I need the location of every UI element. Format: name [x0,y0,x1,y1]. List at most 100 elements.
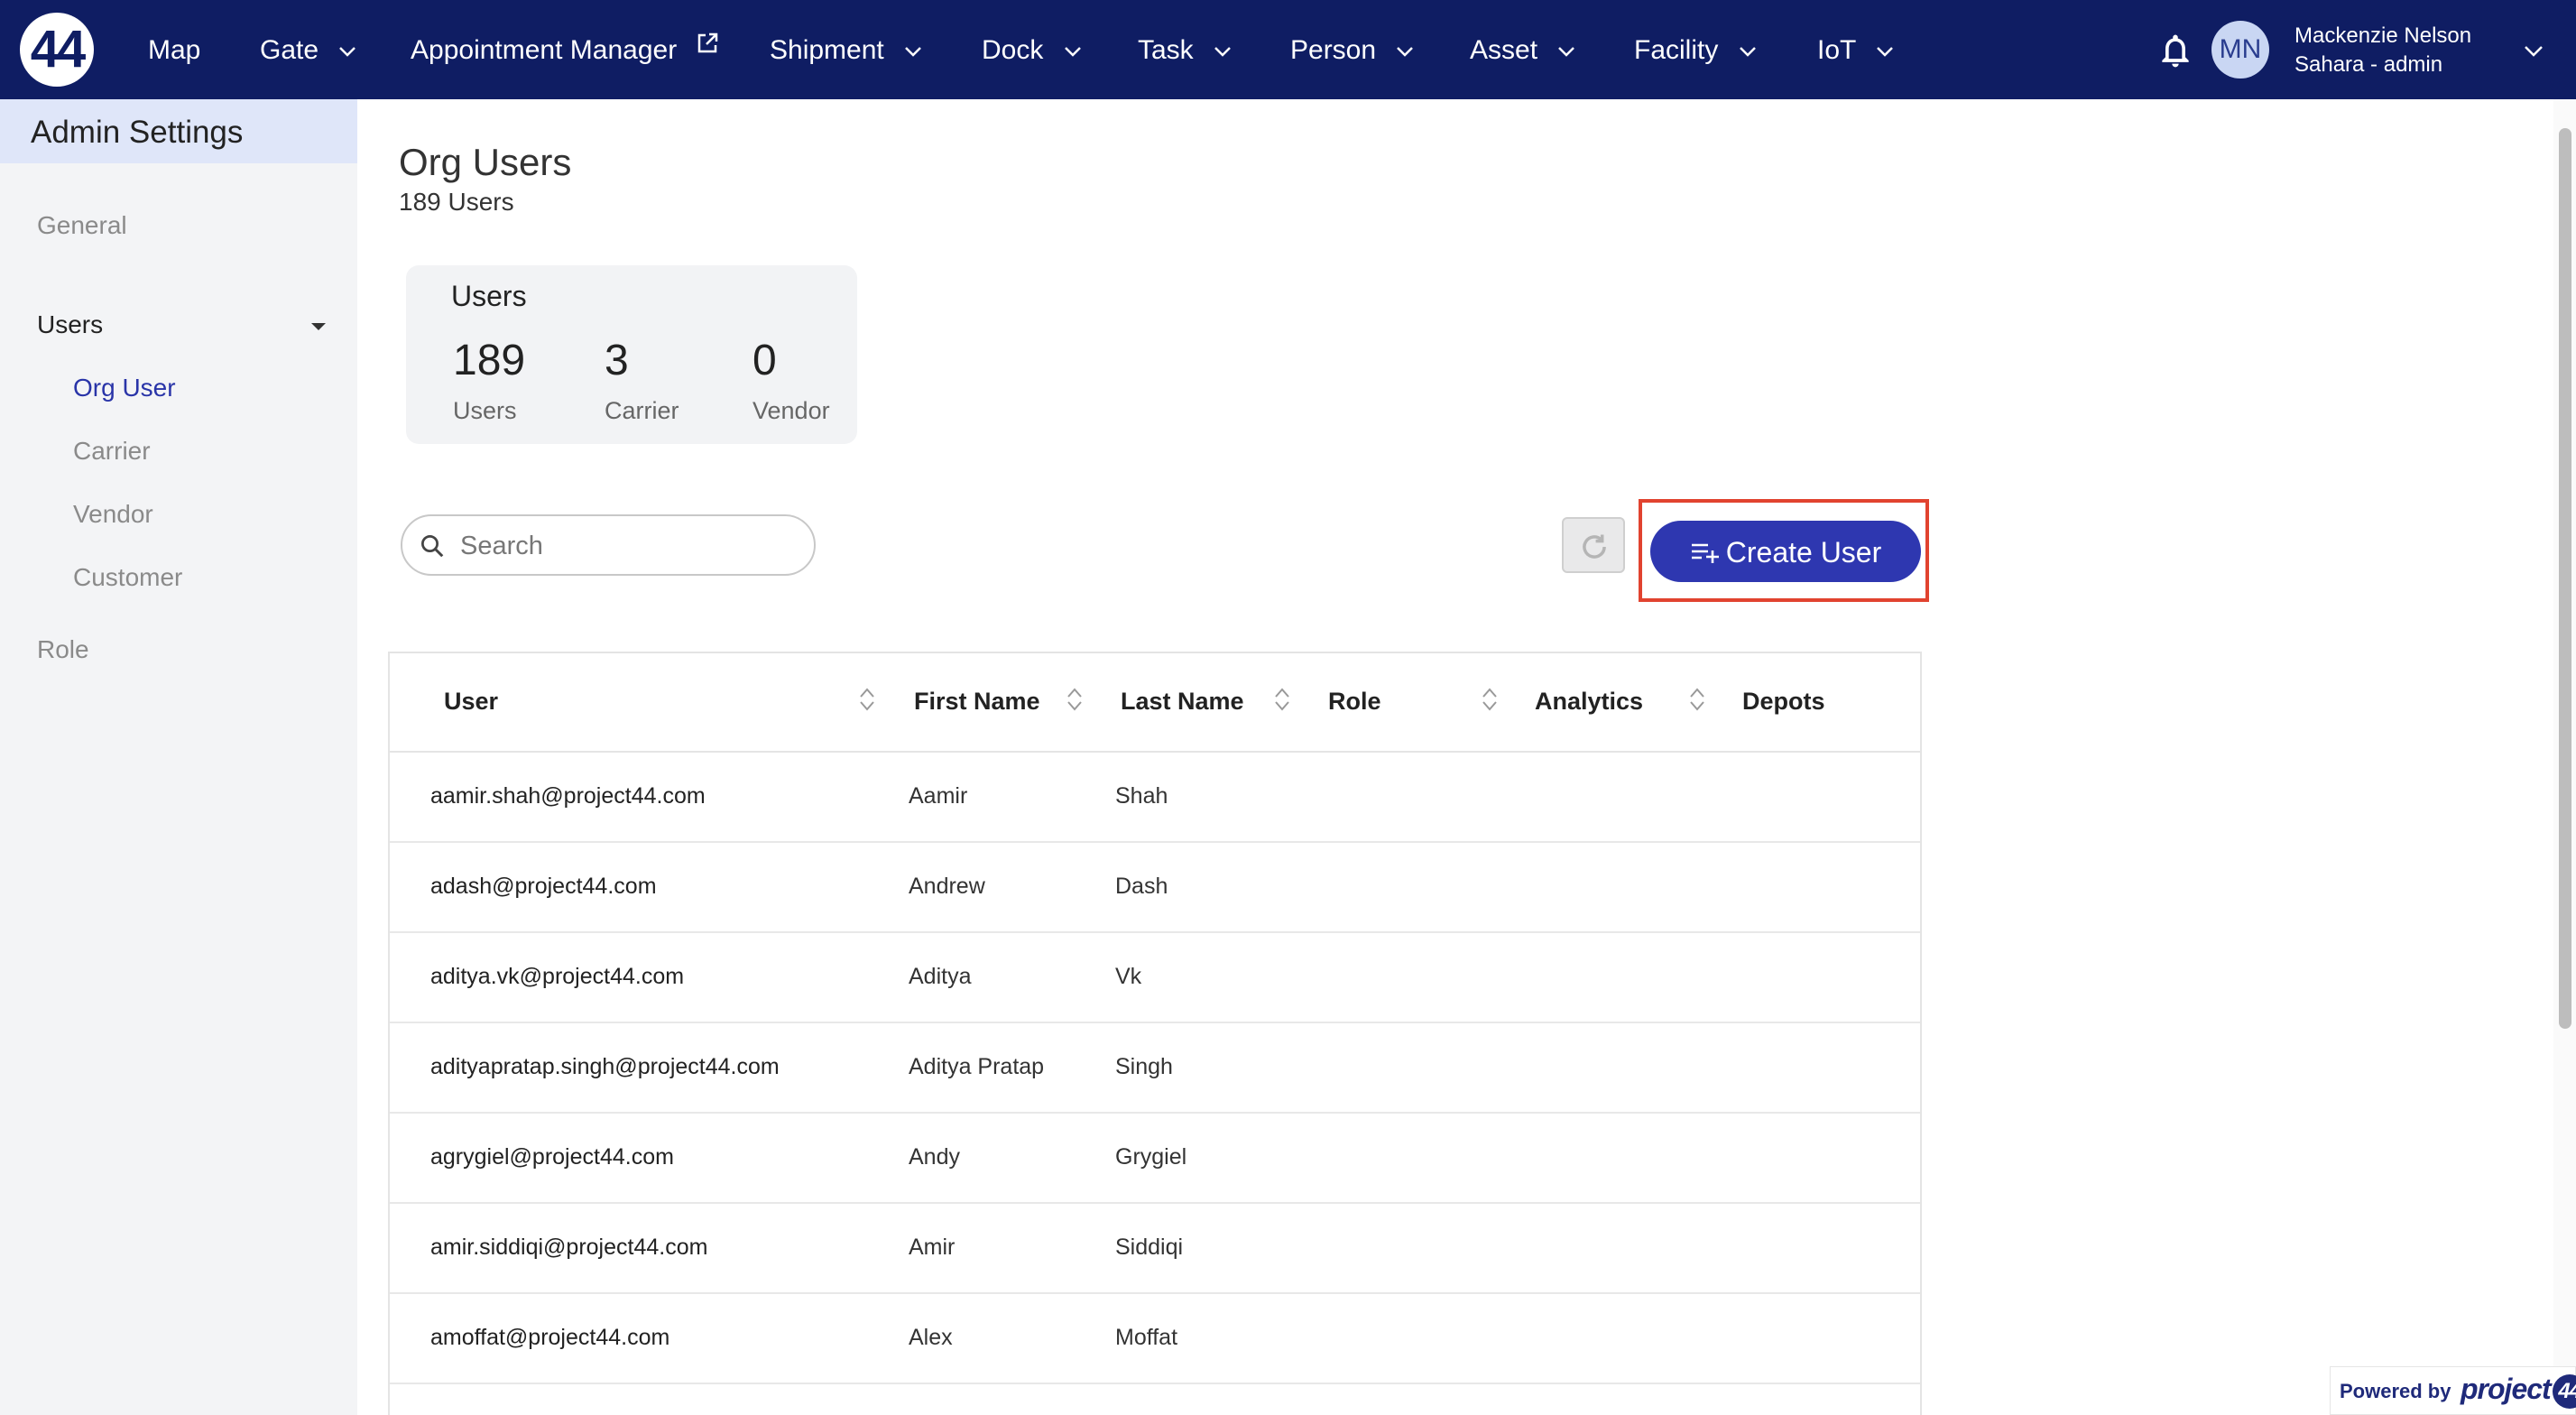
search-icon [419,532,446,564]
table-row[interactable]: adityapratap.singh@project44.com Aditya … [390,1022,1920,1114]
nav-dock[interactable]: Dock [982,0,1082,99]
nav-shipment-label: Shipment [770,35,884,65]
chevron-down-icon [1876,0,1894,99]
cell-email: aditya.vk@project44.com [430,964,685,989]
cell-first-name: Aditya Pratap [909,1054,1045,1079]
column-header-analytics[interactable]: Analytics [1535,688,1643,716]
cell-last-name: Grygiel [1115,1144,1187,1170]
table-row[interactable]: aditya.vk@project44.com Aditya Vk [390,931,1920,1023]
nav-map[interactable]: Map [148,0,200,99]
cell-email: amoffat@project44.com [430,1325,670,1350]
caret-down-icon[interactable] [310,319,327,336]
column-header-role[interactable]: Role [1328,688,1381,716]
cell-email: adash@project44.com [430,874,657,899]
users-table: User First Name Last Name Role Analytics… [388,652,1922,1415]
cell-last-name: Singh [1115,1054,1173,1079]
sort-icon[interactable] [1272,686,1292,717]
user-name: Mackenzie Nelson [2294,23,2472,48]
project44-logo[interactable]: 44 [20,13,94,87]
refresh-button[interactable] [1562,517,1625,573]
column-header-user[interactable]: User [444,688,498,716]
nav-facility[interactable]: Facility [1634,0,1757,99]
cell-first-name: Andy [909,1144,960,1170]
table-row[interactable]: adash@project44.com Andrew Dash [390,841,1920,933]
sort-icon[interactable] [1065,686,1085,717]
stat-carrier-label: Carrier [605,397,679,424]
nav-facility-label: Facility [1634,35,1719,65]
powered-by-badge: Powered by project44 [2330,1366,2576,1415]
sidebar-item-customer[interactable]: Customer [73,563,182,592]
sidebar: Admin Settings General Users Org User Ca… [0,99,357,1415]
cell-first-name: Aditya [909,964,972,989]
stat-users-label: Users [453,397,517,424]
nav-gate-label: Gate [260,35,319,65]
create-user-label: Create User [1725,536,1882,569]
chevron-down-icon [338,0,356,99]
column-header-last-name[interactable]: Last Name [1121,688,1244,716]
nav-task[interactable]: Task [1138,0,1232,99]
sort-icon[interactable] [1687,686,1707,717]
cell-last-name: Moffat [1115,1325,1178,1350]
column-header-first-name[interactable]: First Name [914,688,1040,716]
nav-map-label: Map [148,35,201,65]
table-row[interactable]: amoffat@project44.com Alex Moffat [390,1292,1920,1384]
chevron-down-icon [1739,0,1757,99]
nav-shipment[interactable]: Shipment [770,0,922,99]
cell-email: agrygiel@project44.com [430,1144,674,1170]
refresh-icon [1583,534,1606,559]
cell-first-name: Amir [909,1235,956,1260]
cell-email: adityapratap.singh@project44.com [430,1054,780,1079]
cell-last-name: Siddiqi [1115,1235,1184,1260]
project44-wordmark: project44 [2461,1373,2576,1409]
cell-first-name: Andrew [909,874,985,899]
users-stat-card: Users 189 Users 3 Carrier 0 Vendor [406,265,857,444]
chevron-down-icon[interactable] [2524,45,2544,62]
cell-last-name: Shah [1115,783,1168,809]
wordmark-text: project [2461,1373,2552,1405]
table-row[interactable]: amir.siddiqi@project44.com Amir Siddiqi [390,1202,1920,1294]
wordmark-badge: 44 [2552,1373,2576,1409]
stat-card-heading: Users [451,280,527,312]
nav-dock-label: Dock [982,35,1044,65]
chevron-down-icon [1064,0,1082,99]
table-header: User First Name Last Name Role Analytics… [390,653,1920,753]
nav-person-label: Person [1290,35,1377,65]
create-user-button[interactable]: Create User [1650,521,1921,582]
nav-gate[interactable]: Gate [260,0,356,99]
page-title: Org Users [399,141,572,183]
user-role: Sahara - admin [2294,52,2443,77]
sidebar-item-vendor[interactable]: Vendor [73,500,153,529]
cell-first-name: Aamir [909,783,968,809]
stat-vendor-label: Vendor [752,397,830,424]
sort-icon[interactable] [857,686,877,717]
stat-vendor-count: 0 [752,337,777,384]
external-link-icon [696,0,719,97]
sidebar-item-users[interactable]: Users [37,310,103,339]
nav-person[interactable]: Person [1290,0,1414,99]
playlist-add-icon [1691,543,1719,563]
column-header-depots[interactable]: Depots [1742,688,1825,716]
nav-asset[interactable]: Asset [1470,0,1575,99]
table-row[interactable]: aamir.shah@project44.com Aamir Shah [390,751,1920,843]
nav-asset-label: Asset [1470,35,1538,65]
sort-icon[interactable] [1480,686,1500,717]
cell-last-name: Dash [1115,874,1168,899]
bell-icon[interactable] [2156,31,2195,75]
chevron-down-icon [1396,0,1414,99]
table-row[interactable]: agrygiel@project44.com Andy Grygiel [390,1112,1920,1204]
stat-users-count: 189 [453,337,526,384]
nav-appointment-manager[interactable]: Appointment Manager [411,0,719,99]
cell-last-name: Vk [1115,964,1142,989]
search-box [401,514,816,576]
sidebar-item-org-user[interactable]: Org User [73,374,176,402]
powered-by-text: Powered by [2340,1380,2451,1402]
sidebar-item-role[interactable]: Role [37,635,89,664]
page-subtitle: 189 Users [399,188,514,216]
scrollbar-thumb[interactable] [2559,128,2571,1029]
nav-iot-label: IoT [1817,35,1856,65]
nav-iot[interactable]: IoT [1817,0,1894,99]
avatar[interactable]: MN [2211,21,2269,79]
search-input[interactable] [458,527,796,565]
sidebar-item-general[interactable]: General [37,211,127,240]
sidebar-item-carrier[interactable]: Carrier [73,437,151,466]
